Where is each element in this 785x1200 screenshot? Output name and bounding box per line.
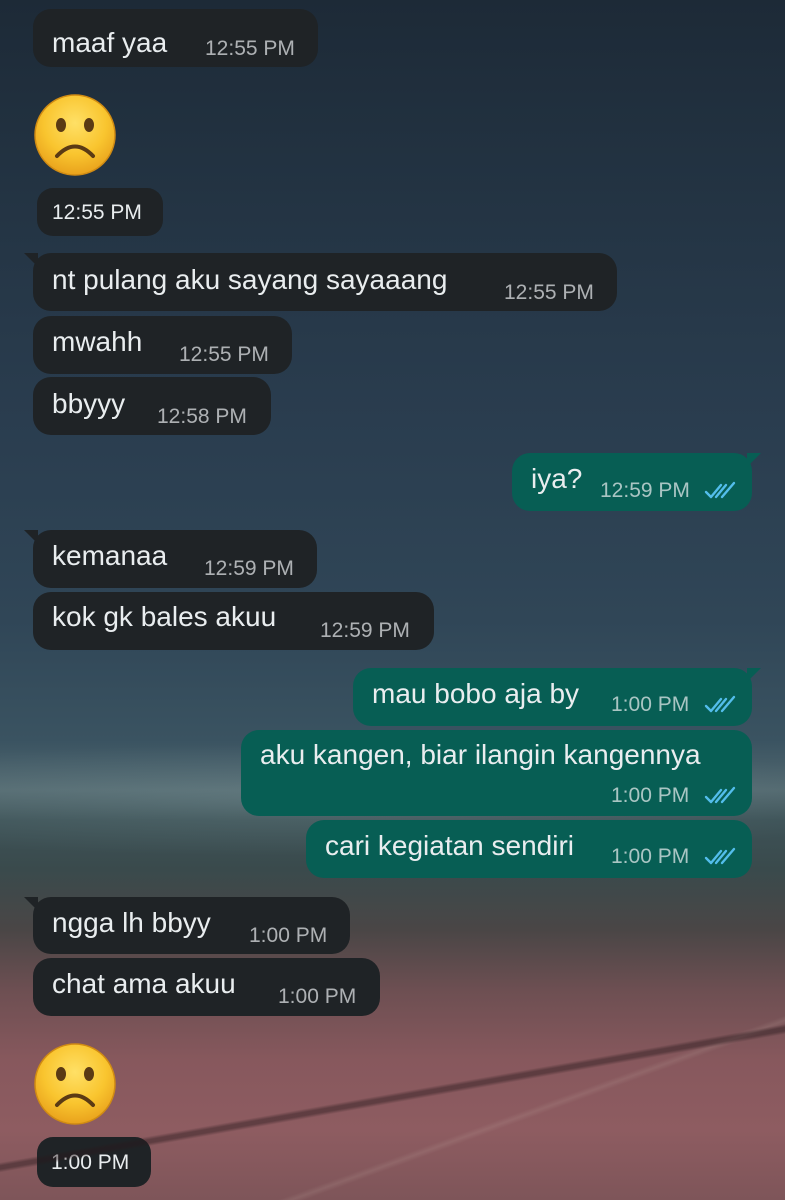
message-time-badge: 1:00 PM xyxy=(37,1137,151,1187)
message-bubble-outgoing[interactable]: cari kegiatan sendiri 1:00 PM xyxy=(306,820,752,878)
message-bubble-incoming[interactable]: bbyyy 12:58 PM xyxy=(33,377,271,435)
message-time: 12:55 PM xyxy=(179,343,269,366)
message-bubble-incoming[interactable]: kemanaa 12:59 PM xyxy=(24,530,317,588)
message-time: 12:55 PM xyxy=(205,37,295,60)
message-time: 12:58 PM xyxy=(157,405,247,428)
message-text: iya? xyxy=(531,463,583,494)
message-bubble-incoming[interactable]: ngga lh bbyy 1:00 PM xyxy=(24,897,350,954)
message-bubble-outgoing[interactable]: aku kangen, biar ilangin kangennya 1:00 … xyxy=(241,730,752,816)
frowning-face-icon xyxy=(34,1043,116,1125)
message-text: chat ama akuu xyxy=(52,968,236,999)
message-time: 1:00 PM xyxy=(611,693,690,716)
read-receipt-icon xyxy=(704,481,736,499)
read-receipt-icon xyxy=(704,695,736,713)
message-time: 1:00 PM xyxy=(278,985,357,1008)
message-time: 1:00 PM xyxy=(611,784,690,807)
message-text: maaf yaa xyxy=(52,27,168,58)
message-time: 1:00 PM xyxy=(51,1151,130,1174)
message-time: 1:00 PM xyxy=(611,845,690,868)
message-time: 12:59 PM xyxy=(600,479,690,502)
chat-area[interactable]: maaf yaa 12:55 PM 12:55 PM nt pulang aku… xyxy=(0,0,785,1200)
message-bubble-incoming[interactable]: chat ama akuu 1:00 PM xyxy=(33,958,380,1016)
message-text: kemanaa xyxy=(52,540,168,571)
message-text: aku kangen, biar ilangin kangennya xyxy=(260,739,701,770)
message-text: ngga lh bbyy xyxy=(52,907,211,938)
message-bubble-outgoing[interactable]: iya? 12:59 PM xyxy=(512,453,761,511)
read-receipt-icon xyxy=(704,847,736,865)
read-receipt-icon xyxy=(704,786,736,804)
emoji-message[interactable] xyxy=(33,93,123,183)
message-text: bbyyy xyxy=(52,388,126,419)
emoji-message[interactable] xyxy=(33,1042,123,1132)
message-text: mwahh xyxy=(52,326,143,357)
message-time: 12:59 PM xyxy=(204,557,294,580)
message-time: 12:55 PM xyxy=(504,281,594,304)
message-text: nt pulang aku sayang sayaaang xyxy=(52,264,448,295)
message-bubble-incoming[interactable]: maaf yaa 12:55 PM xyxy=(33,9,318,67)
message-bubble-incoming[interactable]: kok gk bales akuu 12:59 PM xyxy=(33,592,434,650)
message-time-badge: 12:55 PM xyxy=(37,188,163,236)
message-text: cari kegiatan sendiri xyxy=(325,830,575,861)
frowning-face-icon xyxy=(34,94,116,176)
message-time: 12:59 PM xyxy=(320,619,410,642)
message-time: 1:00 PM xyxy=(249,924,328,947)
message-text: mau bobo aja by xyxy=(372,678,580,709)
message-time: 12:55 PM xyxy=(52,201,142,224)
message-text: kok gk bales akuu xyxy=(52,601,277,632)
message-bubble-incoming[interactable]: mwahh 12:55 PM xyxy=(33,316,292,374)
message-bubble-incoming[interactable]: nt pulang aku sayang sayaaang 12:55 PM xyxy=(24,253,617,311)
message-bubble-outgoing[interactable]: mau bobo aja by 1:00 PM xyxy=(353,668,761,726)
